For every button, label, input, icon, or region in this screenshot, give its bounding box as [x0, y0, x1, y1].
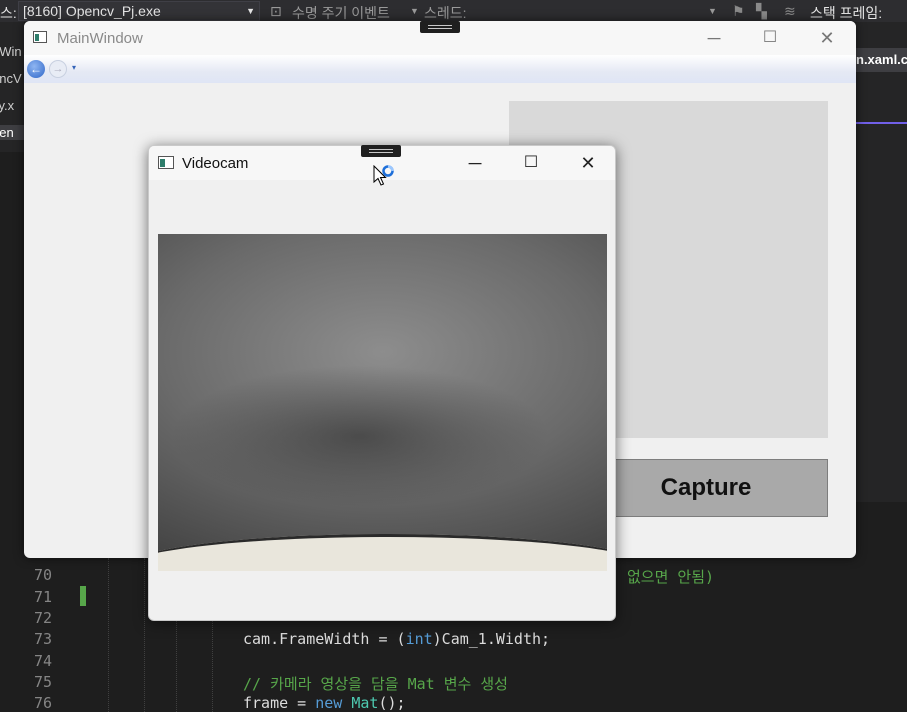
main-window-title: MainWindow	[57, 30, 143, 47]
code-line-73: cam.FrameWidth = (int)Cam_1.Width;	[243, 630, 550, 648]
thread-label: 스레드:	[424, 5, 467, 21]
file-tab-xaml-cs[interactable]: n.xaml.c	[856, 48, 907, 72]
file-tab-active[interactable]: pen	[0, 125, 24, 140]
busy-cursor-icon	[373, 165, 394, 186]
process-value: [8160] Opencv_Pj.exe	[23, 3, 161, 19]
minimize-button[interactable]: ─	[691, 21, 737, 55]
code-line-75: // 카메라 영상을 담을 Mat 변수 생성	[243, 675, 508, 693]
change-marker	[80, 586, 86, 606]
stack-icon[interactable]: ≋	[784, 3, 796, 20]
lifecycle-events-dropdown[interactable]: 수명 주기 이벤트	[292, 3, 390, 23]
code-token: )Cam_1.Width;	[432, 630, 551, 648]
file-tab[interactable]: nWin	[0, 44, 22, 59]
code-line-70: 없으면 안됨)	[627, 568, 715, 586]
process-dropdown[interactable]: [8160] Opencv_Pj.exe ▼	[18, 1, 260, 21]
threads-icon[interactable]: ▚	[756, 3, 767, 20]
window-drag-handle[interactable]	[420, 21, 460, 33]
wpf-window-icon	[158, 156, 174, 169]
forward-arrow-icon[interactable]: →	[49, 60, 67, 78]
wpf-window-icon	[33, 31, 47, 43]
line-number: 72	[34, 609, 53, 627]
line-number: 76	[34, 694, 53, 712]
code-token: ();	[378, 694, 406, 712]
line-number: 75	[34, 673, 53, 691]
maximize-button[interactable]: ☐	[508, 146, 554, 180]
nav-history-dropdown-icon[interactable]: ▾	[72, 63, 76, 72]
line-number: 71	[34, 588, 53, 606]
window-drag-handle[interactable]	[361, 145, 401, 157]
stackframe-label: 스택 프레임:	[810, 5, 883, 21]
line-number: 74	[34, 652, 53, 670]
back-arrow-icon[interactable]: ←	[27, 60, 45, 78]
code-keyword: int	[405, 630, 433, 648]
chevron-down-icon: ▼	[410, 6, 419, 16]
code-keyword: new	[315, 694, 343, 712]
videocam-window: Videocam ─ ☐ ✕	[148, 145, 616, 621]
lifecycle-icon: ⊡	[270, 3, 282, 19]
line-number: 73	[34, 630, 53, 648]
process-prefix: 스:	[0, 5, 17, 21]
file-tab[interactable]: encV	[0, 71, 22, 86]
chevron-down-icon[interactable]: ▼	[708, 6, 717, 16]
indent-guide	[144, 558, 145, 712]
code-type: Mat	[351, 694, 379, 712]
file-tab[interactable]: ify.x	[0, 98, 14, 113]
close-button[interactable]: ✕	[565, 146, 611, 180]
chevron-down-icon: ▼	[246, 6, 255, 16]
indent-guide	[108, 558, 109, 712]
video-floor-edge	[158, 534, 607, 571]
code-token: cam.FrameWidth = (	[243, 630, 406, 648]
close-button[interactable]: ✕	[804, 21, 850, 55]
line-number: 70	[34, 566, 53, 584]
code-token: frame =	[243, 694, 316, 712]
capture-button[interactable]: Capture	[584, 459, 828, 517]
active-tab-indicator	[856, 122, 907, 124]
indent-guide	[212, 618, 213, 712]
code-line-76: frame = new Mat();	[243, 694, 406, 712]
vs-debug-toolbar: 스: [8160] Opencv_Pj.exe ▼ ⊡ 수명 주기 이벤트 ▼ …	[0, 0, 907, 22]
vs-file-tabs: nWin encV ify.x pen	[0, 22, 24, 152]
maximize-button[interactable]: ☐	[747, 21, 793, 55]
videocam-window-title: Videocam	[182, 155, 249, 172]
navigation-bar: ← → ▾	[24, 55, 856, 83]
vs-right-pane: n.xaml.c	[856, 22, 907, 502]
camera-video-feed	[158, 234, 607, 571]
flag-icon[interactable]: ⚑	[732, 3, 745, 20]
minimize-button[interactable]: ─	[452, 146, 498, 180]
